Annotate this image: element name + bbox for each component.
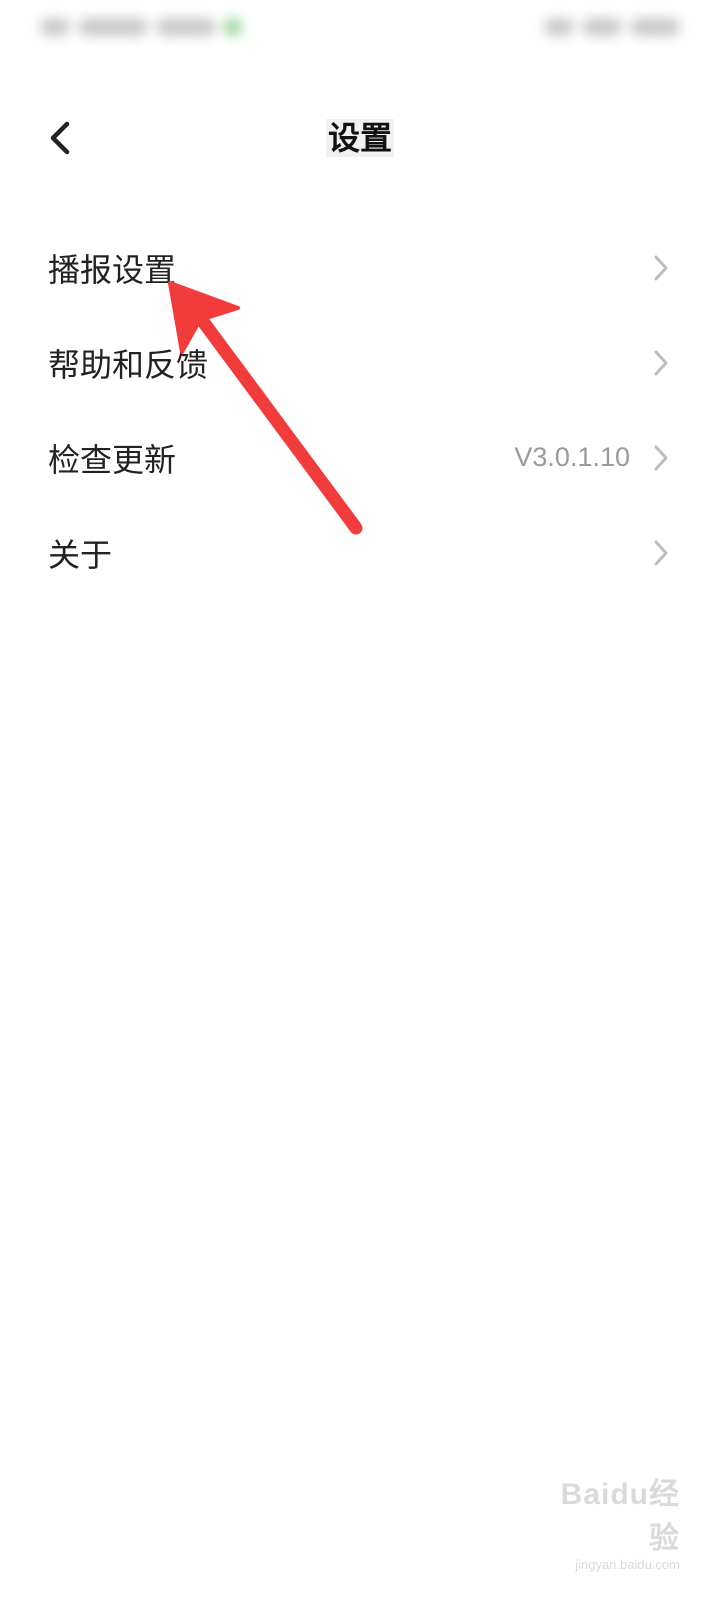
status-bar-left-blurred — [40, 14, 260, 40]
status-bar-right-blurred — [530, 14, 680, 40]
menu-item-about[interactable]: 关于 — [0, 505, 720, 600]
chevron-right-icon — [650, 538, 672, 568]
version-value: V3.0.1.10 — [514, 442, 630, 472]
menu-item-check-update[interactable]: 检查更新 V3.0.1.10 — [0, 410, 720, 505]
page-title: 设置 — [0, 116, 720, 160]
settings-screen: 设置 播报设置 帮助和反馈 检查更新 V3.0.1.10 关于 Baidu经验 … — [0, 0, 720, 1600]
menu-item-broadcast-settings[interactable]: 播报设置 — [0, 220, 720, 315]
menu-item-label: 检查更新 — [48, 440, 177, 479]
header: 设置 — [0, 96, 720, 180]
watermark-url: jingyan.baidu.com — [575, 1557, 680, 1572]
menu-item-label: 帮助和反馈 — [48, 345, 209, 384]
menu-item-label: 播报设置 — [48, 250, 177, 289]
watermark-logo: Baidu经验 — [560, 1478, 680, 1555]
menu-item-label: 关于 — [48, 535, 113, 574]
chevron-right-icon — [650, 443, 672, 473]
watermark: Baidu经验 jingyan.baidu.com — [540, 1469, 680, 1572]
chevron-right-icon — [650, 253, 672, 283]
settings-menu: 播报设置 帮助和反馈 检查更新 V3.0.1.10 关于 — [0, 220, 720, 600]
chevron-right-icon — [650, 348, 672, 378]
page-title-text: 设置 — [325, 119, 394, 157]
status-bar — [0, 0, 720, 56]
menu-item-help-feedback[interactable]: 帮助和反馈 — [0, 315, 720, 410]
